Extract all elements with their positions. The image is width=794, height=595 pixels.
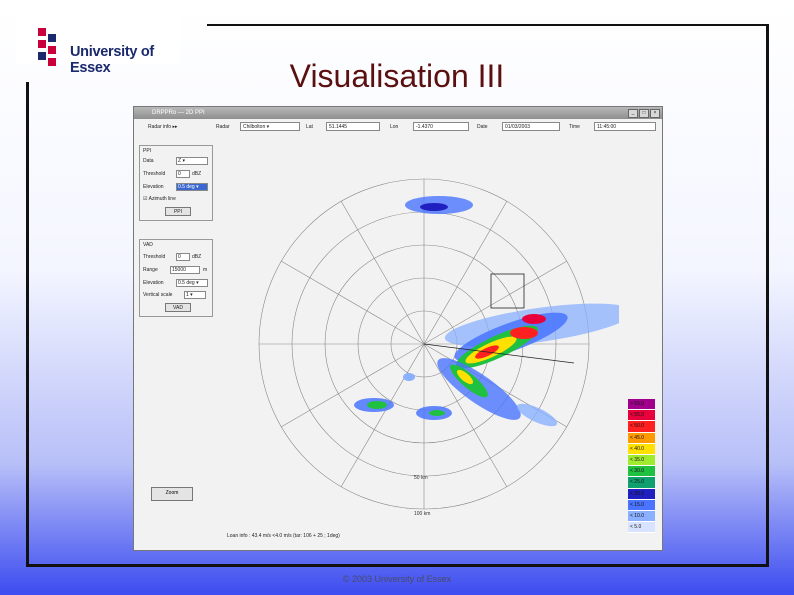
legend-swatch: < 20.0 bbox=[628, 488, 655, 500]
slide-title: Visualisation III bbox=[289, 58, 505, 94]
ppi-data-label: Data bbox=[143, 158, 154, 164]
ppi-panel: PPI Data Z ▾ Threshold 0 dBZ Elevation 0… bbox=[139, 145, 213, 221]
vad-vscale-select[interactable]: 1 ▾ bbox=[184, 291, 206, 299]
status-line: Loan info : 43.4 m/s <4.0 m/s (tar: 106 … bbox=[227, 533, 340, 539]
legend-swatch: < 10.0 bbox=[628, 510, 655, 523]
ppi-azimuth-checkbox[interactable]: ☑ Azimuth line bbox=[143, 196, 176, 202]
vad-elevation-select[interactable]: 0.5 deg ▾ bbox=[176, 279, 208, 287]
ppi-heading: PPI bbox=[143, 148, 152, 154]
window-titlebar: DRPPRo — 2D PPI _ □ × bbox=[134, 107, 662, 119]
legend-swatch: < 45.0 bbox=[628, 432, 655, 444]
date-field[interactable]: 01/03/2003 bbox=[502, 122, 560, 131]
frame-right-line bbox=[766, 24, 769, 566]
radar-ppi-display[interactable]: 50 km 100 km bbox=[229, 137, 619, 527]
legend-swatch: < 25.0 bbox=[628, 477, 655, 489]
ppi-threshold-input[interactable]: 0 bbox=[176, 170, 190, 178]
vad-threshold-unit: dBZ bbox=[192, 254, 202, 260]
lat-label: Lat bbox=[306, 124, 313, 130]
lon-label: Lon bbox=[390, 124, 399, 130]
close-button[interactable]: × bbox=[650, 109, 660, 118]
legend-swatch: < 50.0 bbox=[628, 421, 655, 433]
vad-vscale-label: Vertical scale bbox=[143, 292, 173, 298]
reflectivity-legend: > 55.0 < 55.0 < 50.0 < 45.0 < 40.0 < 35.0 < 30… bbox=[628, 399, 655, 534]
lat-field[interactable]: 51.1445 bbox=[326, 122, 380, 131]
vad-elevation-label: Elevation bbox=[143, 280, 164, 286]
time-field[interactable]: 11:45:00 bbox=[594, 122, 656, 131]
university-logo: University of Essex bbox=[16, 14, 180, 76]
range-label-50km: 50 km bbox=[414, 475, 428, 481]
vad-heading: VAD bbox=[143, 242, 153, 248]
frame-top-line bbox=[207, 24, 768, 26]
legend-swatch: < 55.0 bbox=[628, 410, 655, 422]
vad-threshold-input[interactable]: 0 bbox=[176, 253, 190, 261]
vad-range-label: Range bbox=[143, 267, 158, 273]
frame-bottom-line bbox=[26, 564, 769, 567]
legend-swatch: < 15.0 bbox=[628, 499, 655, 511]
ppi-elevation-label: Elevation bbox=[143, 184, 164, 190]
vad-range-input[interactable]: 15000 bbox=[170, 266, 200, 274]
vad-threshold-label: Threshold bbox=[143, 254, 166, 260]
ppi-threshold-unit: dBZ bbox=[192, 171, 202, 177]
frame-left-line bbox=[26, 82, 29, 566]
radar-echoes bbox=[354, 196, 619, 427]
vad-panel: VAD Threshold 0 dBZ Range 15000 m Elevat… bbox=[139, 239, 213, 317]
zoom-button[interactable]: Zoom bbox=[151, 487, 193, 501]
legend-swatch: < 5.0 bbox=[628, 522, 655, 534]
vad-button[interactable]: VAD bbox=[165, 303, 191, 312]
vad-range-unit: m bbox=[203, 267, 208, 273]
radar-info-toolbar: Radar info ▸▸ Radar Chilbolton ▾ Lat 51.… bbox=[134, 120, 662, 134]
ppi-button[interactable]: PPI bbox=[165, 207, 191, 216]
lon-field[interactable]: -1.4370 bbox=[413, 122, 469, 131]
radar-info-label: Radar info ▸▸ bbox=[148, 124, 178, 130]
ppi-elevation-select[interactable]: 0.5 deg ▾ bbox=[176, 183, 208, 191]
radar-app-window: DRPPRo — 2D PPI _ □ × Radar info ▸▸ Rada… bbox=[133, 106, 663, 551]
legend-swatch: < 35.0 bbox=[628, 454, 655, 467]
radar-field-label: Radar bbox=[216, 124, 230, 130]
copyright-footer: © 2003 University of Essex bbox=[342, 574, 452, 584]
minimize-button[interactable]: _ bbox=[628, 109, 638, 118]
time-label: Time bbox=[569, 124, 580, 130]
maximize-button[interactable]: □ bbox=[639, 109, 649, 118]
legend-swatch: < 40.0 bbox=[628, 443, 655, 455]
legend-swatch: > 55.0 bbox=[628, 399, 655, 411]
legend-swatch: < 30.0 bbox=[628, 466, 655, 478]
window-title: DRPPRo — 2D PPI bbox=[152, 110, 205, 116]
date-label: Date bbox=[477, 124, 488, 130]
ppi-data-select[interactable]: Z ▾ bbox=[176, 157, 208, 165]
ppi-threshold-label: Threshold bbox=[143, 171, 166, 177]
radar-select[interactable]: Chilbolton ▾ bbox=[240, 122, 300, 131]
range-label-100km: 100 km bbox=[414, 511, 430, 517]
